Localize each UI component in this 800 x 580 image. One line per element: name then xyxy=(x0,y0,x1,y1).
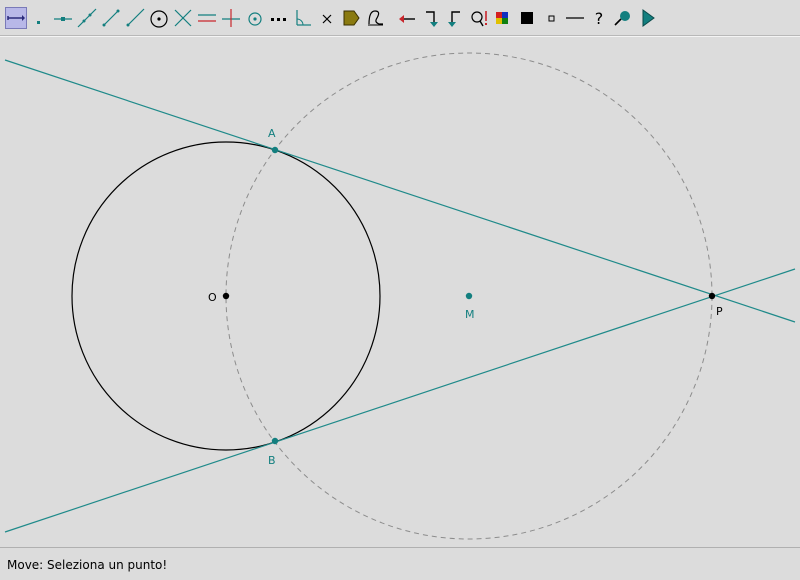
segment-icon[interactable] xyxy=(100,7,122,29)
point-b[interactable] xyxy=(271,437,279,445)
label-m: M xyxy=(465,308,475,321)
move-arrow-icon[interactable] xyxy=(5,7,27,29)
line-style-icon[interactable] xyxy=(564,7,586,29)
delete-x-icon[interactable] xyxy=(316,7,338,29)
play-icon[interactable] xyxy=(636,7,658,29)
point-p[interactable] xyxy=(708,292,716,300)
toolbar: ? xyxy=(0,0,800,36)
midpoint-icon[interactable] xyxy=(244,7,266,29)
label-o: O xyxy=(208,291,217,304)
point-a[interactable] xyxy=(271,146,279,154)
status-bar: Move: Seleziona un punto! xyxy=(0,547,800,580)
point-o[interactable] xyxy=(222,292,230,300)
line-icon[interactable] xyxy=(76,7,98,29)
small-square-icon[interactable] xyxy=(540,7,562,29)
polygon-fill-icon[interactable] xyxy=(340,7,362,29)
label-b: B xyxy=(268,454,276,467)
point-on-line-icon[interactable] xyxy=(52,7,74,29)
point-icon[interactable] xyxy=(28,7,50,29)
intersection-icon[interactable] xyxy=(172,7,194,29)
magnifier-icon[interactable] xyxy=(468,7,490,29)
perpendicular-icon[interactable] xyxy=(220,7,242,29)
redo-arrow-icon[interactable] xyxy=(420,7,442,29)
label-p: P xyxy=(716,305,723,318)
dotted-line-icon[interactable] xyxy=(268,7,290,29)
ray-icon[interactable] xyxy=(124,7,146,29)
drawing-canvas[interactable]: A B O M P xyxy=(0,36,800,546)
circle-icon[interactable] xyxy=(148,7,170,29)
back-arrow-icon[interactable] xyxy=(444,7,466,29)
left-arrow-icon[interactable] xyxy=(396,7,418,29)
color-palette-icon[interactable] xyxy=(492,7,514,29)
status-text: Move: Seleziona un punto! xyxy=(7,558,168,572)
question-icon[interactable]: ? xyxy=(588,7,610,29)
tangent-line-a[interactable] xyxy=(4,59,796,323)
zoom-icon[interactable] xyxy=(612,7,634,29)
black-square-icon[interactable] xyxy=(516,7,538,29)
tangent-line-b[interactable] xyxy=(4,268,796,533)
point-m[interactable] xyxy=(465,292,473,300)
label-a: A xyxy=(268,127,276,140)
label-icon[interactable] xyxy=(364,7,386,29)
angle-icon[interactable] xyxy=(292,7,314,29)
parallel-icon[interactable] xyxy=(196,7,218,29)
svg-text:?: ? xyxy=(595,9,604,28)
